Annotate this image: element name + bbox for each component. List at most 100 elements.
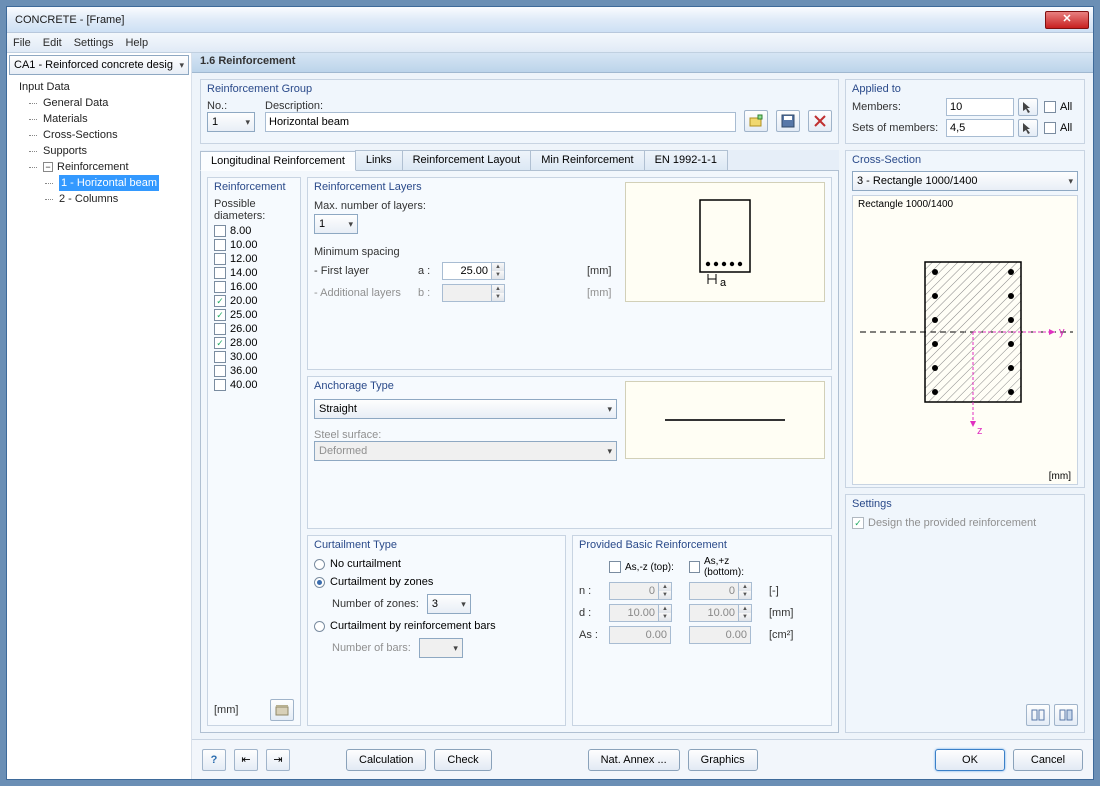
menu-edit[interactable]: Edit <box>43 37 62 49</box>
diameter-option[interactable]: 36.00 <box>214 364 294 378</box>
case-combo[interactable]: CA1 - Reinforced concrete desig <box>9 55 189 75</box>
next-button[interactable]: ⇥ <box>266 749 290 771</box>
checkbox-icon <box>214 351 226 363</box>
tabs-container: Longitudinal Reinforcement Links Reinfor… <box>200 150 839 733</box>
as-bottom-check[interactable]: As,+z (bottom): <box>689 556 765 578</box>
menu-help[interactable]: Help <box>125 37 148 49</box>
diameter-option[interactable]: 30.00 <box>214 350 294 364</box>
diameter-option[interactable]: 16.00 <box>214 280 294 294</box>
all-members-check[interactable]: All <box>1044 101 1078 113</box>
tree-materials[interactable]: Materials <box>11 111 187 127</box>
max-layers-combo[interactable]: 1 <box>314 214 358 234</box>
nav-tree[interactable]: Input Data General Data Materials Cross-… <box>7 77 191 779</box>
diameter-option[interactable]: 26.00 <box>214 322 294 336</box>
cross-section-box: Cross-Section 3 - Rectangle 1000/1400 Re… <box>845 150 1085 488</box>
library-icon <box>275 704 289 716</box>
panel-icon <box>1059 709 1073 721</box>
reinforcement-group-box: Reinforcement Group No.: 1 Description: … <box>200 79 839 144</box>
window-title: CONCRETE - [Frame] <box>11 14 1045 26</box>
help-button[interactable]: ? <box>202 749 226 771</box>
checkbox-icon <box>214 267 226 279</box>
expander-icon[interactable]: − <box>43 162 53 172</box>
cross-section-combo[interactable]: 3 - Rectangle 1000/1400 <box>852 171 1078 191</box>
menu-file[interactable]: File <box>13 37 31 49</box>
cancel-button[interactable]: Cancel <box>1013 749 1083 771</box>
tab-longitudinal[interactable]: Longitudinal Reinforcement <box>200 151 356 171</box>
tree-columns[interactable]: 2 - Columns <box>11 191 187 207</box>
d-bottom-input: 10.00▲▼ <box>689 604 765 622</box>
diameter-option[interactable]: ✓28.00 <box>214 336 294 350</box>
prev-button[interactable]: ⇤ <box>234 749 258 771</box>
ok-button[interactable]: OK <box>935 749 1005 771</box>
page-header: 1.6 Reinforcement <box>192 53 1093 73</box>
checkbox-icon <box>214 281 226 293</box>
arrow-right-icon: ⇥ <box>273 753 282 766</box>
checkbox-icon: ✓ <box>214 337 226 349</box>
tree-horizontal-beam[interactable]: 1 - Horizontal beam <box>11 175 187 191</box>
diameter-list[interactable]: 8.0010.0012.0014.0016.00✓20.00✓25.0026.0… <box>214 222 294 695</box>
curtailment-bars-radio[interactable]: Curtailment by reinforcement bars <box>314 620 559 632</box>
cross-section-preview: Rectangle 1000/1400 y z [mm] <box>852 195 1078 485</box>
footer-bar: ? ⇤ ⇥ Calculation Check Nat. Annex ... G… <box>192 739 1093 779</box>
diameter-option[interactable]: ✓25.00 <box>214 308 294 322</box>
members-input[interactable]: 10 <box>946 98 1014 116</box>
nat-annex-button[interactable]: Nat. Annex ... <box>588 749 680 771</box>
d-top-input: 10.00▲▼ <box>609 604 685 622</box>
n-bottom-input: 0▲▼ <box>689 582 765 600</box>
anchorage-type-combo[interactable]: Straight <box>314 399 617 419</box>
sets-input[interactable]: 4,5 <box>946 119 1014 137</box>
svg-text:a: a <box>720 277 727 289</box>
checkbox-icon <box>214 225 226 237</box>
applied-to-box: Applied to Members: 10 All Sets of membe… <box>845 79 1085 144</box>
tree-general[interactable]: General Data <box>11 95 187 111</box>
tabstrip: Longitudinal Reinforcement Links Reinfor… <box>200 150 839 171</box>
pick-members-button[interactable] <box>1018 98 1038 116</box>
description-input[interactable]: Horizontal beam <box>265 112 736 132</box>
first-layer-spacing-input[interactable]: 25.00▲▼ <box>442 262 583 280</box>
new-group-button[interactable] <box>744 110 768 132</box>
calculation-button[interactable]: Calculation <box>346 749 426 771</box>
settings-option-1-button[interactable] <box>1026 704 1050 726</box>
curtailment-none-radio[interactable]: No curtailment <box>314 558 559 570</box>
diameter-option[interactable]: 14.00 <box>214 266 294 280</box>
tree-root[interactable]: Input Data <box>11 79 187 95</box>
settings-box: Settings ✓Design the provided reinforcem… <box>845 494 1085 733</box>
diameter-option[interactable]: 40.00 <box>214 378 294 392</box>
as-top-output: 0.00 <box>609 626 671 644</box>
tab-en1992[interactable]: EN 1992-1-1 <box>644 150 728 170</box>
settings-option-2-button[interactable] <box>1054 704 1078 726</box>
bars-count-combo <box>419 638 463 658</box>
check-button[interactable]: Check <box>434 749 491 771</box>
additional-layer-spacing-input: ▲▼ <box>442 284 583 302</box>
tree-crosssections[interactable]: Cross-Sections <box>11 127 187 143</box>
folder-plus-icon <box>749 114 763 128</box>
diameter-option[interactable]: 12.00 <box>214 252 294 266</box>
diameter-library-button[interactable] <box>270 699 294 721</box>
diameter-option[interactable]: 10.00 <box>214 238 294 252</box>
checkbox-icon: ✓ <box>214 295 226 307</box>
curtailment-zones-radio[interactable]: Curtailment by zones <box>314 576 559 588</box>
group-no-combo[interactable]: 1 <box>207 112 255 132</box>
tree-supports[interactable]: Supports <box>11 143 187 159</box>
tab-min[interactable]: Min Reinforcement <box>530 150 644 170</box>
arrow-left-icon: ⇤ <box>241 753 250 766</box>
pick-sets-button[interactable] <box>1018 119 1038 137</box>
pick-icon <box>1022 122 1034 134</box>
menu-settings[interactable]: Settings <box>74 37 114 49</box>
provided-reinforcement-box: Provided Basic Reinforcement As,-z (top)… <box>572 535 832 726</box>
tab-links[interactable]: Links <box>355 150 403 170</box>
graphics-button[interactable]: Graphics <box>688 749 758 771</box>
tree-reinforcement[interactable]: −Reinforcement <box>11 159 187 175</box>
diameter-option[interactable]: 8.00 <box>214 224 294 238</box>
close-button[interactable]: ✕ <box>1045 11 1089 29</box>
delete-group-button[interactable] <box>808 110 832 132</box>
all-sets-check[interactable]: All <box>1044 122 1078 134</box>
save-group-button[interactable] <box>776 110 800 132</box>
tab-layout[interactable]: Reinforcement Layout <box>402 150 532 170</box>
zones-count-combo[interactable]: 3 <box>427 594 471 614</box>
reinforcement-layers-box: Reinforcement Layers Max. number of laye… <box>307 177 832 370</box>
reinforcement-diameters-box: Reinforcement Possible diameters: 8.0010… <box>207 177 301 726</box>
diameter-option[interactable]: ✓20.00 <box>214 294 294 308</box>
design-provided-check: ✓Design the provided reinforcement <box>852 517 1036 529</box>
as-top-check[interactable]: As,-z (top): <box>609 561 685 573</box>
